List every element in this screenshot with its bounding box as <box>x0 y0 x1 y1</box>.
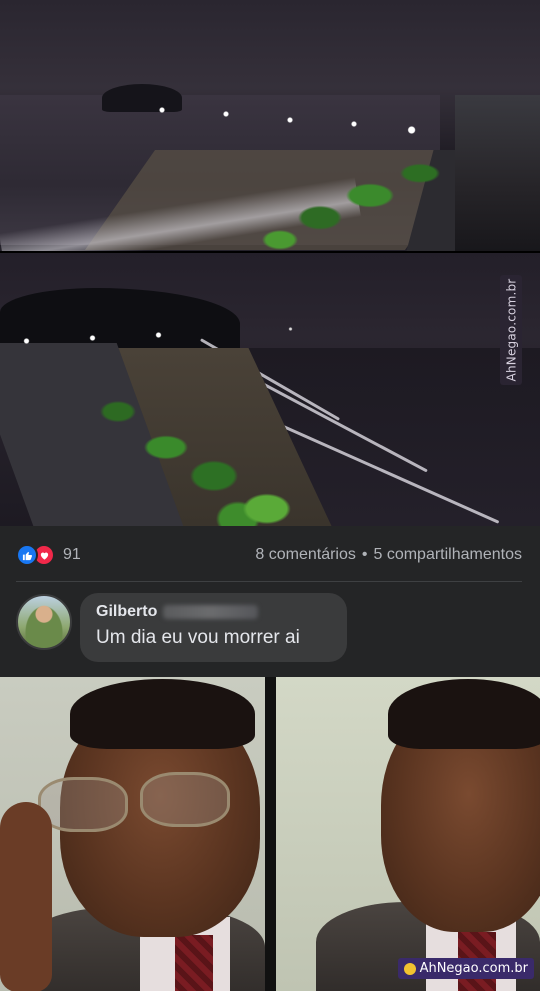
avatar[interactable] <box>16 594 72 650</box>
glasses-lens-right <box>140 772 230 827</box>
hair <box>388 679 540 749</box>
stats-separator: • <box>361 546 368 563</box>
comment-author[interactable]: Gilberto <box>96 603 331 621</box>
post-stats: 8 comentários • 5 compartilhamentos <box>255 546 522 564</box>
reactions-summary[interactable]: 91 <box>16 544 81 566</box>
buildings <box>455 95 540 251</box>
city-lights <box>130 98 450 138</box>
comment-text: Um dia eu vou morrer ai <box>96 627 300 648</box>
raised-hand <box>0 802 52 991</box>
reaction-count: 91 <box>63 546 81 563</box>
meme-panel-left <box>0 677 265 991</box>
side-watermark-text: AhNegao.com.br <box>504 278 519 382</box>
shore-lights <box>10 323 340 353</box>
tie <box>175 935 213 991</box>
meme-panel-right: AhNegao.com.br <box>276 677 540 991</box>
facebook-post-footer: 91 8 comentários • 5 compartilhamentos G… <box>0 526 540 677</box>
author-name[interactable]: Gilberto <box>96 603 157 621</box>
palm-trees <box>70 383 310 526</box>
brand-watermark: AhNegao.com.br <box>397 958 534 979</box>
comment-bubble: Gilberto Um dia eu vou morrer ai <box>80 593 347 662</box>
shares-count[interactable]: 5 compartilhamentos <box>373 546 522 564</box>
brand-watermark-text: AhNegao.com.br <box>419 961 528 976</box>
ahnegao-logo-icon <box>403 962 416 975</box>
side-watermark: AhNegao.com.br <box>500 275 522 385</box>
hair <box>70 679 255 749</box>
divider <box>16 581 522 582</box>
palm-trees <box>260 140 460 251</box>
panel-gap <box>265 677 276 991</box>
beach-photo-bottom: AhNegao.com.br <box>0 253 540 526</box>
beach-photo-top <box>0 0 540 251</box>
blurred-surname <box>163 605 259 619</box>
like-icon <box>16 544 38 566</box>
comments-count[interactable]: 8 comentários <box>255 546 356 564</box>
